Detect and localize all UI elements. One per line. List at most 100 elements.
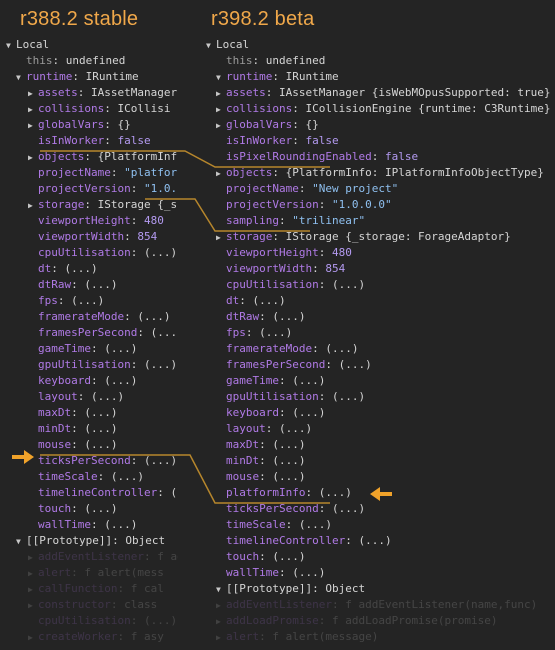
expand-down-icon[interactable]: ▼ <box>216 70 226 86</box>
right-row-projectname[interactable]: projectName: "New project" <box>216 181 398 197</box>
right-row-projectversion[interactable]: projectVersion: "1.0.0.0" <box>216 197 392 213</box>
right-row-timescale[interactable]: timeScale: (...) <box>216 517 332 533</box>
left-row-keyboard[interactable]: keyboard: (...) <box>28 373 137 389</box>
left-row-frameratemode[interactable]: framerateMode: (...) <box>28 309 170 325</box>
expand-down-icon[interactable]: ▼ <box>6 38 16 54</box>
left-row-cpuutilisation[interactable]: cpuUtilisation: (...) <box>28 245 177 261</box>
right-row-dt[interactable]: dt: (...) <box>216 293 286 309</box>
right-row-tickspersecond[interactable]: ticksPerSecond: (...) <box>216 501 365 517</box>
right-row-mouse[interactable]: mouse: (...) <box>216 469 306 485</box>
right-row-frameratemode[interactable]: framerateMode: (...) <box>216 341 358 357</box>
expand-right-icon[interactable]: ▶ <box>216 630 226 646</box>
left-row-objects[interactable]: ▶ objects: {PlatformInf <box>28 149 177 165</box>
right-row-fps[interactable]: fps: (...) <box>216 325 292 341</box>
right-row-local[interactable]: ▼ Local <box>206 37 249 53</box>
left-row-proto-e[interactable]: cpuUtilisation: (...) <box>28 613 177 629</box>
left-row-tickspersecond[interactable]: ticksPerSecond: (...) <box>28 453 177 469</box>
left-row-gametime[interactable]: gameTime: (...) <box>28 341 137 357</box>
right-row-gametime[interactable]: gameTime: (...) <box>216 373 325 389</box>
right-row-dtraw[interactable]: dtRaw: (...) <box>216 309 306 325</box>
left-row-mouse[interactable]: mouse: (...) <box>28 437 118 453</box>
right-row-walltime[interactable]: wallTime: (...) <box>216 565 325 581</box>
expand-down-icon[interactable]: ▼ <box>16 70 26 86</box>
right-row-this[interactable]: this: undefined <box>216 53 325 69</box>
left-row-timescale[interactable]: timeScale: (...) <box>28 469 144 485</box>
expand-right-icon[interactable]: ▶ <box>28 566 38 582</box>
left-row-fps[interactable]: fps: (...) <box>28 293 104 309</box>
expand-right-icon[interactable]: ▶ <box>28 86 38 102</box>
left-row-dt[interactable]: dt: (...) <box>28 261 98 277</box>
left-row-projectversion[interactable]: projectVersion: "1.0. <box>28 181 177 197</box>
right-row-touch[interactable]: touch: (...) <box>216 549 306 565</box>
expand-right-icon[interactable]: ▶ <box>216 598 226 614</box>
left-row-proto-f[interactable]: ▶ createWorker: f asy <box>28 629 164 645</box>
right-row-platforminfo[interactable]: platformInfo: (...) <box>216 485 352 501</box>
right-row-storage[interactable]: ▶ storage: IStorage {_storage: ForageAdap… <box>216 229 511 245</box>
left-row-gpuutilisation[interactable]: gpuUtilisation: (...) <box>28 357 177 373</box>
expand-right-icon[interactable]: ▶ <box>28 118 38 134</box>
right-row-proto-c[interactable]: ▶ alert: f alert(message) <box>216 629 378 645</box>
right-row-assets[interactable]: ▶ assets: IAssetManager {isWebMOpusSuppor… <box>216 85 551 101</box>
right-row-framespersecond[interactable]: framesPerSecond: (...) <box>216 357 372 373</box>
left-row-maxdt[interactable]: maxDt: (...) <box>28 405 118 421</box>
left-row-proto-a[interactable]: ▶addEventListener: f addEve <box>28 549 178 565</box>
left-row-layout[interactable]: layout: (...) <box>28 389 124 405</box>
expand-right-icon[interactable]: ▶ <box>28 598 38 614</box>
left-row-isinworker[interactable]: isInWorker: false <box>28 133 151 149</box>
right-row-ispixelroundingenabled[interactable]: isPixelRoundingEnabled: false <box>216 149 418 165</box>
left-row-this[interactable]: this: undefined <box>16 53 125 69</box>
right-row-runtime[interactable]: ▼ runtime: IRuntime <box>216 69 339 85</box>
expand-down-icon[interactable]: ▼ <box>216 582 226 598</box>
expand-right-icon[interactable]: ▶ <box>28 102 38 118</box>
left-row-viewportwidth[interactable]: viewportWidth: 854 <box>28 229 157 245</box>
right-row-globalvars[interactable]: ▶ globalVars: {} <box>216 117 319 133</box>
right-row-prototype[interactable]: ▼ [[Prototype]]: Object <box>216 581 365 597</box>
left-row-proto-b[interactable]: ▶ alert: f alert(mess <box>28 565 164 581</box>
left-row-dtraw[interactable]: dtRaw: (...) <box>28 277 118 293</box>
expand-right-icon[interactable]: ▶ <box>216 118 226 134</box>
right-row-gpuutilisation[interactable]: gpuUtilisation: (...) <box>216 389 365 405</box>
left-row-proto-d[interactable]: ▶ constructor: class <box>28 597 157 613</box>
left-row-proto-c[interactable]: ▶ callFunction: f cal <box>28 581 164 597</box>
expand-down-icon[interactable]: ▼ <box>16 534 26 550</box>
left-row-runtime[interactable]: ▼ runtime: IRuntime <box>16 69 139 85</box>
right-row-proto-b[interactable]: ▶ addLoadPromise: f addLoadPromise(promis… <box>216 613 498 629</box>
left-row-walltime[interactable]: wallTime: (...) <box>28 517 137 533</box>
expand-right-icon[interactable]: ▶ <box>28 150 38 166</box>
right-row-isinworker[interactable]: isInWorker: false <box>216 133 339 149</box>
left-row-storage[interactable]: ▶ storage: IStorage {_s <box>28 197 177 213</box>
right-row-viewportwidth[interactable]: viewportWidth: 854 <box>216 261 345 277</box>
expand-right-icon[interactable]: ▶ <box>28 198 38 214</box>
expand-right-icon[interactable]: ▶ <box>216 86 226 102</box>
left-row-assets[interactable]: ▶ assets: IAssetManager <box>28 85 177 101</box>
right-row-cpuutilisation[interactable]: cpuUtilisation: (...) <box>216 277 365 293</box>
expand-right-icon[interactable]: ▶ <box>216 166 226 182</box>
left-row-touch[interactable]: touch: (...) <box>28 501 118 517</box>
right-row-maxdt[interactable]: maxDt: (...) <box>216 437 306 453</box>
right-row-keyboard[interactable]: keyboard: (...) <box>216 405 325 421</box>
right-row-viewportheight[interactable]: viewportHeight: 480 <box>216 245 352 261</box>
right-row-proto-a[interactable]: ▶ addEventListener: f addEventListener(na… <box>216 597 537 613</box>
expand-right-icon[interactable]: ▶ <box>216 102 226 118</box>
left-row-timelinecontroller[interactable]: timelineController: ( <box>28 485 177 501</box>
left-row-projectname[interactable]: projectName: "platfor <box>28 165 177 181</box>
right-row-timelinecontroller[interactable]: timelineController: (...) <box>216 533 392 549</box>
right-row-mindt[interactable]: minDt: (...) <box>216 453 306 469</box>
left-row-prototype[interactable]: ▼ [[Prototype]]: Object <box>16 533 165 549</box>
expand-right-icon[interactable]: ▶ <box>28 582 38 598</box>
expand-right-icon[interactable]: ▶ <box>28 550 38 566</box>
left-row-viewportheight[interactable]: viewportHeight: 480 <box>28 213 164 229</box>
right-row-sampling[interactable]: sampling: "trilinear" <box>216 213 365 229</box>
left-row-local[interactable]: ▼ Local <box>6 37 49 53</box>
expand-right-icon[interactable]: ▶ <box>28 630 38 646</box>
left-row-collisions[interactable]: ▶ collisions: ICollisi <box>28 101 170 117</box>
expand-right-icon[interactable]: ▶ <box>216 230 226 246</box>
right-row-collisions[interactable]: ▶ collisions: ICollisionEngine {runtime: … <box>216 101 551 117</box>
expand-down-icon[interactable]: ▼ <box>206 38 216 54</box>
left-row-framespersecond[interactable]: framesPerSecond: (...) <box>28 325 178 341</box>
left-row-mindt[interactable]: minDt: (...) <box>28 421 118 437</box>
right-row-layout[interactable]: layout: (...) <box>216 421 312 437</box>
expand-right-icon[interactable]: ▶ <box>216 614 226 630</box>
left-row-globalvars[interactable]: ▶ globalVars: {} <box>28 117 131 133</box>
right-row-objects[interactable]: ▶ objects: {PlatformInfo: IPlatformInfoOb… <box>216 165 544 181</box>
